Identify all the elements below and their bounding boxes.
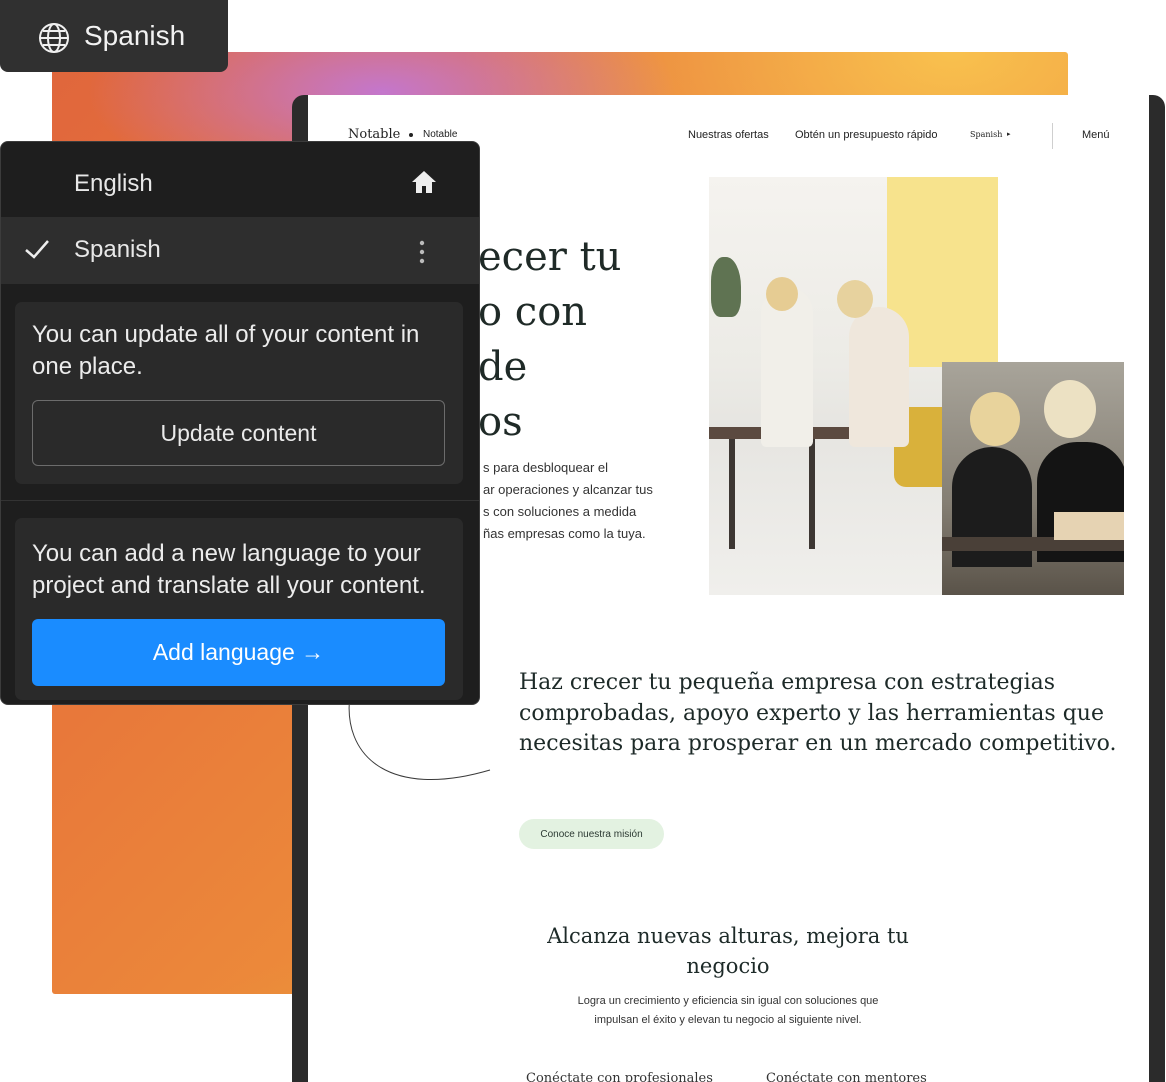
table-leg	[729, 439, 735, 549]
nav-link-quote[interactable]: Obtén un presupuesto rápido	[795, 129, 938, 141]
add-language-text: You can add a new language to your proje…	[32, 540, 426, 599]
person-head-shape	[766, 277, 798, 311]
nav-menu-button[interactable]: Menú	[1082, 129, 1110, 141]
person-head-shape	[970, 392, 1020, 446]
feature-title-cut: Conéctate con mentores	[766, 1071, 927, 1082]
current-language-label: Spanish	[84, 20, 186, 51]
hero-body-line: s para desbloquear el	[483, 460, 609, 475]
hero-title-line: os	[478, 399, 523, 445]
hero-title-line: de	[478, 344, 528, 390]
plant-shape	[711, 257, 741, 317]
more-icon[interactable]	[417, 239, 427, 265]
language-option-spanish[interactable]: Spanish	[1, 217, 479, 284]
language-option-english[interactable]: English	[1, 151, 479, 218]
hero-photo-meeting	[942, 362, 1124, 595]
books-shape	[1054, 512, 1124, 540]
hero-title: ecer tu o con de os	[478, 230, 621, 450]
person-head-shape	[1044, 380, 1096, 438]
globe-icon	[39, 23, 69, 53]
language-selector-pill[interactable]: Spanish	[0, 0, 228, 72]
check-icon	[25, 240, 49, 259]
person-shape	[849, 307, 909, 447]
person-head-shape	[837, 280, 873, 318]
update-content-card: You can update all of your content in on…	[15, 302, 463, 484]
language-option-label: English	[74, 170, 153, 197]
site-brand-sub: Notable	[423, 129, 458, 140]
decorative-curve	[348, 695, 491, 780]
person-shape	[761, 287, 813, 447]
nav-link-offers[interactable]: Nuestras ofertas	[688, 129, 769, 141]
panel-divider	[1, 500, 479, 501]
site-language-switcher[interactable]: Spanish	[970, 130, 1002, 139]
site-brand[interactable]: Notable	[348, 127, 400, 142]
hero-title-line: ecer tu	[478, 234, 622, 280]
hero-body-line: ñas empresas como la tuya.	[483, 526, 646, 541]
home-icon[interactable]	[410, 169, 438, 195]
language-panel: English Spanish You can update all of yo…	[0, 141, 480, 705]
section-subtitle: Logra un crecimiento y eficiencia sin ig…	[577, 995, 879, 1026]
update-content-text: You can update all of your content in on…	[32, 321, 420, 380]
language-option-label: Spanish	[74, 236, 161, 263]
add-language-button[interactable]: Add language →	[32, 619, 445, 686]
hero-body-line: s con soluciones a medida	[483, 504, 637, 519]
hero-body-line: ar operaciones y alcanzar tus	[483, 482, 653, 497]
caret-right-icon: ▸	[1007, 131, 1011, 138]
section-title: Alcanza nuevas alturas, mejora tu negoci…	[547, 924, 909, 978]
mission-button[interactable]: Conoce nuestra misión	[519, 819, 664, 849]
mission-statement: Haz crecer tu pequeña empresa con estrat…	[519, 670, 1117, 756]
feature-title-cut: Conéctate con profesionales	[526, 1071, 713, 1082]
brand-separator-dot	[409, 133, 413, 137]
table-leg	[809, 439, 815, 549]
hero-body: s para desbloquear el ar operaciones y a…	[483, 457, 673, 545]
nav-divider	[1052, 123, 1053, 149]
hero-title-line: o con	[478, 289, 588, 335]
add-language-card: You can add a new language to your proje…	[15, 518, 463, 700]
update-content-button[interactable]: Update content	[32, 400, 445, 466]
